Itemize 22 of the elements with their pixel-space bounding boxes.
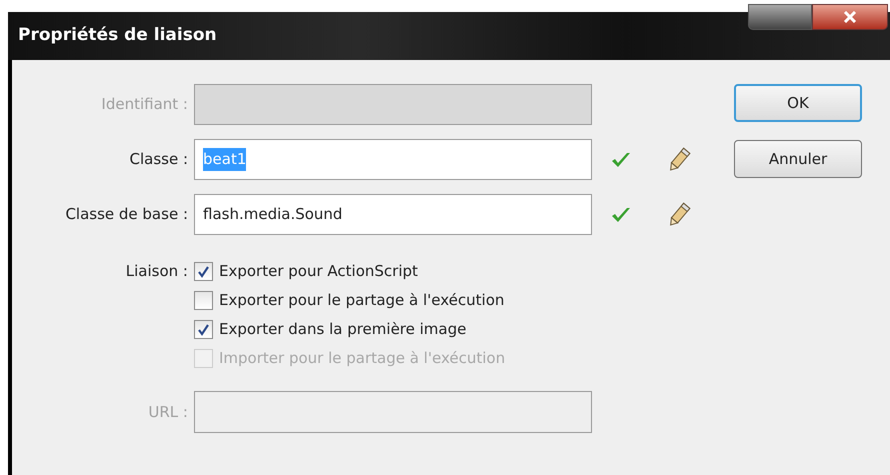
checkbox[interactable] xyxy=(194,262,213,281)
minimize-button[interactable] xyxy=(748,4,812,30)
checkbox-option[interactable]: Exporter pour le partage à l'exécution xyxy=(194,286,506,315)
text-field[interactable]: flash.media.Sound xyxy=(194,194,592,235)
field-label: Classe : xyxy=(128,149,189,170)
checkbox[interactable] xyxy=(194,320,213,339)
field-value: beat1 xyxy=(203,148,246,171)
checkbox-option[interactable]: Exporter dans la première image xyxy=(194,315,506,344)
dialog-button[interactable]: Annuler xyxy=(734,140,862,178)
check-icon xyxy=(197,323,210,336)
field-label: Classe de base : xyxy=(64,204,189,226)
close-icon xyxy=(843,11,857,23)
field-value: flash.media.Sound xyxy=(203,204,342,226)
field-label: URL : xyxy=(147,402,189,423)
dialog-button[interactable]: OK xyxy=(734,84,862,122)
checkbox-option[interactable]: Exporter pour ActionScript xyxy=(194,257,506,286)
checkbox[interactable] xyxy=(194,291,213,310)
window-title: Propriétés de liaison xyxy=(18,24,217,48)
close-button[interactable] xyxy=(812,4,888,30)
linkage-label: Liaison : xyxy=(124,261,189,282)
check-icon xyxy=(197,265,210,278)
field-label: Identifiant : xyxy=(100,94,189,116)
